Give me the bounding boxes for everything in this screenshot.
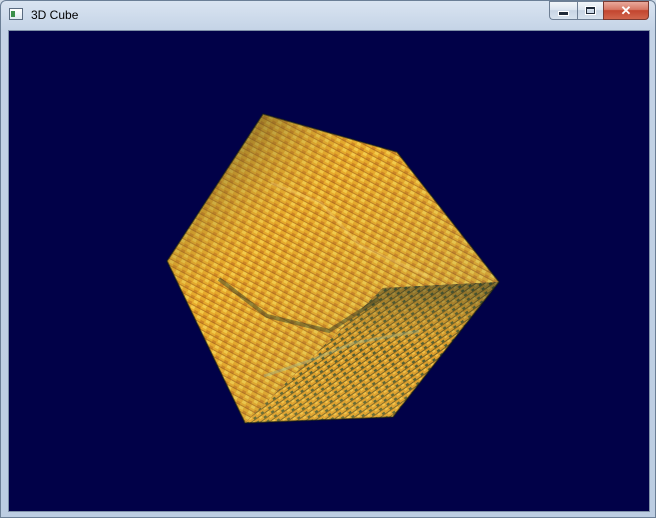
app-window-icon[interactable] bbox=[9, 8, 23, 20]
cube-canvas bbox=[166, 113, 500, 424]
title-bar[interactable]: 3D Cube ✕ bbox=[1, 1, 655, 29]
window-title: 3D Cube bbox=[31, 8, 79, 22]
maximize-button[interactable] bbox=[577, 1, 603, 20]
app-window: 3D Cube ✕ bbox=[0, 0, 656, 518]
window-controls: ✕ bbox=[549, 1, 649, 21]
render-viewport[interactable] bbox=[8, 30, 650, 512]
maximize-icon bbox=[586, 7, 595, 14]
close-icon: ✕ bbox=[620, 2, 632, 18]
close-button[interactable]: ✕ bbox=[603, 1, 649, 20]
minimize-icon bbox=[559, 11, 568, 15]
minimize-button[interactable] bbox=[549, 1, 577, 20]
